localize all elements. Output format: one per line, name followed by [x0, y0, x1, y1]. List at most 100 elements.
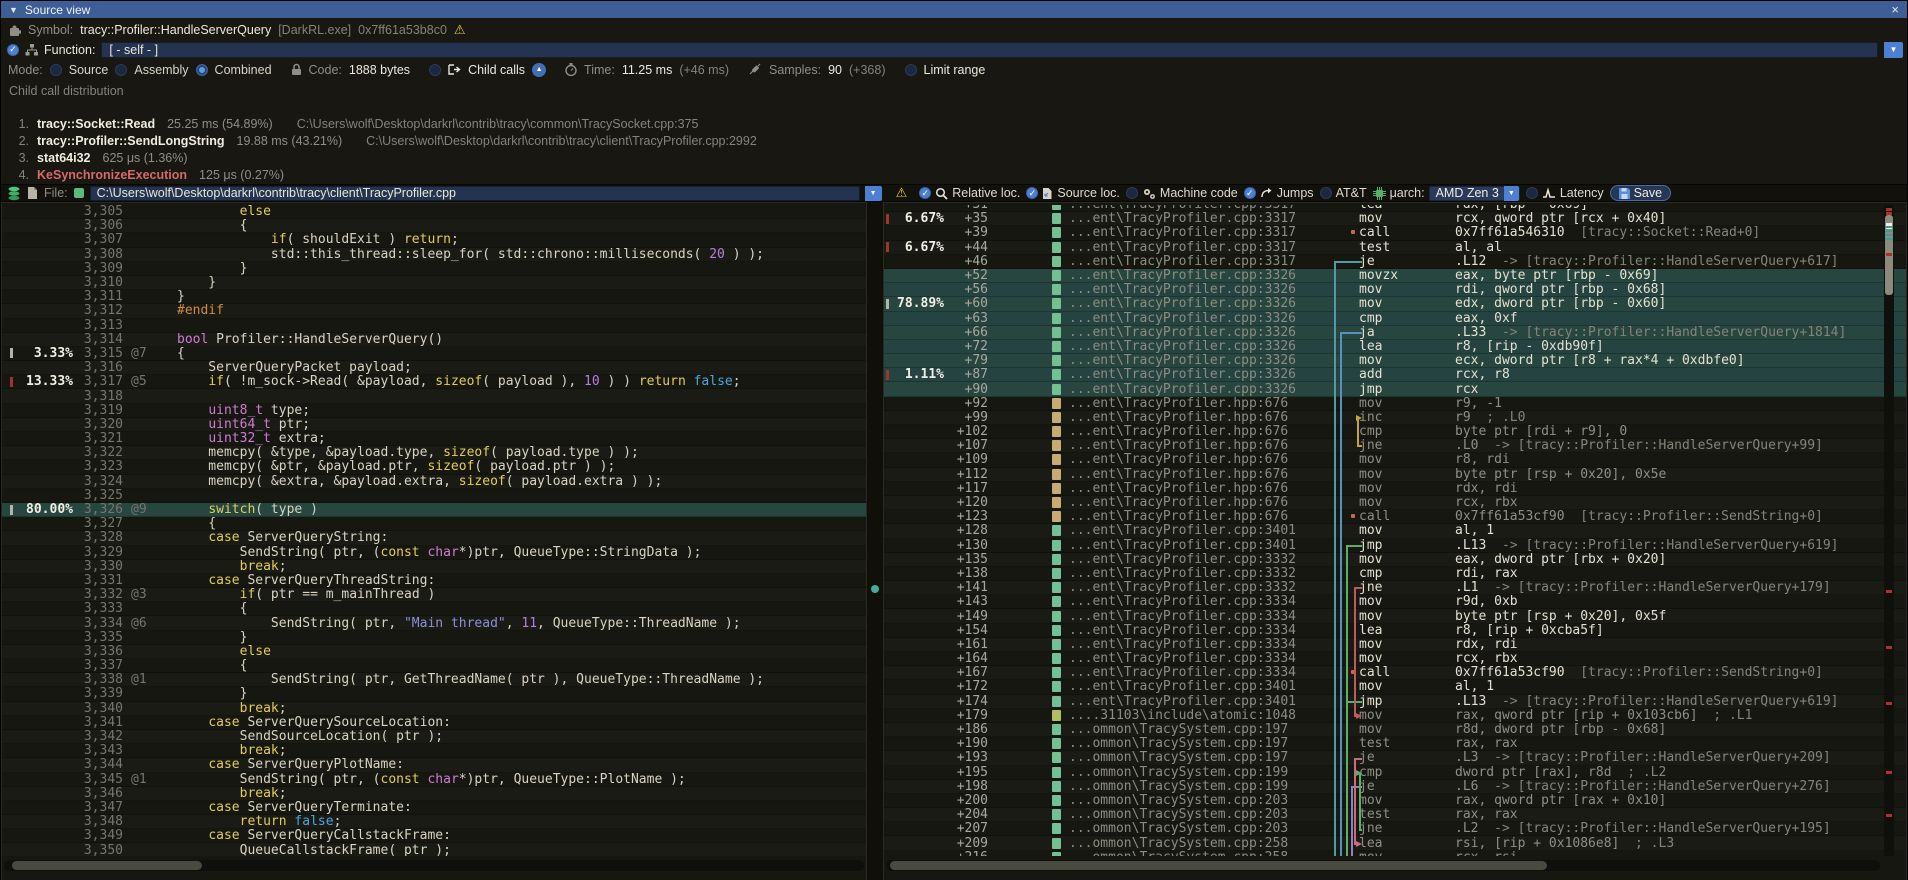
- source-loc-toggle[interactable]: ✓ Source loc.: [1026, 186, 1120, 200]
- source-line[interactable]: 3,311}: [2, 290, 866, 304]
- asm-row[interactable]: +195...ommon\TracySystem.cpp:199cmpdword…: [884, 766, 1906, 780]
- file-path-select[interactable]: C:\Users\wolf\Desktop\darkrl\contrib\tra…: [90, 186, 860, 201]
- source-line[interactable]: 3,346 break;: [2, 787, 866, 801]
- att-checkbox[interactable]: [1320, 187, 1332, 199]
- source-line[interactable]: 3,323 memcpy( &ptr, &payload.ptr, sizeof…: [2, 460, 866, 474]
- att-toggle[interactable]: AT&T: [1320, 186, 1367, 200]
- relative-loc-toggle[interactable]: ✓ Relative loc.: [919, 186, 1020, 200]
- asm-row[interactable]: 78.89%+60...ent\TracyProfiler.cpp:3326mo…: [884, 297, 1906, 311]
- asm-row[interactable]: +72...ent\TracyProfiler.cpp:3326lear8, […: [884, 340, 1906, 354]
- assembly-hscrollbar[interactable]: [886, 860, 1880, 871]
- asm-row[interactable]: +46...ent\TracyProfiler.cpp:3317je.L12 -…: [884, 255, 1906, 269]
- asm-row[interactable]: +102...ent\TracyProfiler.hpp:676cmpbyte …: [884, 425, 1906, 439]
- source-line[interactable]: 3,335 }: [2, 631, 866, 645]
- source-line[interactable]: 3,336 else: [2, 645, 866, 659]
- source-line[interactable]: 3,313: [2, 319, 866, 333]
- asm-row[interactable]: +186...ommon\TracySystem.cpp:197movr8d, …: [884, 723, 1906, 737]
- jumps-checkbox[interactable]: ✓: [1244, 187, 1256, 199]
- relative-loc-checkbox[interactable]: ✓: [919, 187, 931, 199]
- asm-row[interactable]: +138...ent\TracyProfiler.cpp:3332cmprdi,…: [884, 567, 1906, 581]
- asm-row[interactable]: +90...ent\TracyProfiler.cpp:3326jmprcx: [884, 382, 1906, 396]
- source-line[interactable]: 3,322 memcpy( &type, &payload.type, size…: [2, 446, 866, 460]
- asm-row[interactable]: +141...ent\TracyProfiler.cpp:3332jne.L1 …: [884, 581, 1906, 595]
- source-line[interactable]: 3,307 if( shouldExit ) return;: [2, 233, 866, 247]
- source-line[interactable]: 3,337 {: [2, 659, 866, 673]
- asm-row[interactable]: +154...ent\TracyProfiler.cpp:3334lear8, …: [884, 624, 1906, 638]
- source-line[interactable]: 3,309 }: [2, 262, 866, 276]
- source-line[interactable]: 3,332@3 if( ptr == m_mainThread ): [2, 588, 866, 602]
- child-call-row[interactable]: 1.tracy::Socket::Read25.25 ms (54.89%)C:…: [1, 116, 698, 131]
- machine-code-toggle[interactable]: Machine code: [1126, 186, 1238, 200]
- asm-row[interactable]: 6.67%+35...ent\TracyProfiler.cpp:3317mov…: [884, 212, 1906, 226]
- source-line[interactable]: 3,308 std::this_thread::sleep_for( std::…: [2, 248, 866, 262]
- asm-row[interactable]: +79...ent\TracyProfiler.cpp:3326movecx, …: [884, 354, 1906, 368]
- asm-row[interactable]: +190...ommon\TracySystem.cpp:197testrax,…: [884, 737, 1906, 751]
- latency-checkbox[interactable]: [1526, 187, 1538, 199]
- source-line[interactable]: 3,339 }: [2, 687, 866, 701]
- source-line[interactable]: 3,321 uint32_t extra;: [2, 432, 866, 446]
- source-line[interactable]: 13.33%3,317@5 if( !m_sock->Read( &payloa…: [2, 375, 866, 389]
- source-hscrollbar[interactable]: [4, 860, 864, 871]
- child-call-row[interactable]: 4.KeSynchronizeExecution125 μs (0.27%): [1, 167, 284, 182]
- function-dropdown-icon[interactable]: ▼: [1884, 42, 1903, 58]
- function-select[interactable]: [ - self - ]: [101, 42, 1878, 58]
- child-call-row[interactable]: 2.tracy::Profiler::SendLongString19.88 m…: [1, 133, 757, 148]
- asm-row[interactable]: +216...ommon\TracySystem.cpp:258movrcx, …: [884, 851, 1906, 856]
- window-title-bar[interactable]: ▼ Source view ×: [1, 1, 1907, 18]
- child-calls-up-button[interactable]: ▲: [532, 63, 546, 77]
- asm-row[interactable]: +120...ent\TracyProfiler.hpp:676movrcx, …: [884, 496, 1906, 510]
- mode-radio-source[interactable]: [50, 64, 62, 76]
- latency-toggle[interactable]: Latency: [1526, 186, 1604, 200]
- asm-row[interactable]: +209...ommon\TracySystem.cpp:258learsi, …: [884, 836, 1906, 850]
- child-calls-checkbox[interactable]: [429, 64, 441, 76]
- uarch-select[interactable]: AMD Zen 3 ▼: [1429, 186, 1520, 201]
- asm-row[interactable]: +112...ent\TracyProfiler.hpp:676movbyte …: [884, 468, 1906, 482]
- source-line[interactable]: 3,320 uint64_t ptr;: [2, 418, 866, 432]
- asm-row[interactable]: +123...ent\TracyProfiler.hpp:676call0x7f…: [884, 510, 1906, 524]
- mode-radio-assembly[interactable]: [115, 64, 127, 76]
- source-line[interactable]: 3,347 case ServerQueryTerminate:: [2, 801, 866, 815]
- pane-splitter[interactable]: [867, 202, 883, 880]
- asm-row[interactable]: +130...ent\TracyProfiler.cpp:3401jmp.L13…: [884, 539, 1906, 553]
- source-line[interactable]: 3,340 break;: [2, 702, 866, 716]
- source-line[interactable]: 3,338@1 SendString( ptr, GetThreadName( …: [2, 673, 866, 687]
- file-dropdown-icon[interactable]: ▼: [865, 186, 882, 201]
- asm-row[interactable]: +99...ent\TracyProfiler.hpp:676incr9 ; .…: [884, 411, 1906, 425]
- source-line[interactable]: 3,348 return false;: [2, 815, 866, 829]
- splitter-grip-icon[interactable]: [871, 585, 879, 593]
- source-line[interactable]: 3,318: [2, 389, 866, 403]
- source-line[interactable]: 3,343 break;: [2, 744, 866, 758]
- source-hscroll-thumb[interactable]: [12, 861, 202, 870]
- collapse-icon[interactable]: ▼: [9, 5, 18, 15]
- source-line[interactable]: 3,306 {: [2, 219, 866, 233]
- asm-row[interactable]: +56...ent\TracyProfiler.cpp:3326movrdi, …: [884, 283, 1906, 297]
- assembly-hscroll-thumb[interactable]: [890, 861, 1547, 870]
- asm-row[interactable]: +109...ent\TracyProfiler.hpp:676movr8, r…: [884, 453, 1906, 467]
- source-line[interactable]: 3,330 break;: [2, 560, 866, 574]
- source-line[interactable]: 3,331 case ServerQueryThreadString:: [2, 574, 866, 588]
- asm-row[interactable]: +167...ent\TracyProfiler.cpp:3334call0x7…: [884, 666, 1906, 680]
- jumps-toggle[interactable]: ✓ Jumps: [1244, 186, 1314, 200]
- source-line[interactable]: 3,334@6 SendString( ptr, "Main thread", …: [2, 616, 866, 630]
- asm-row[interactable]: +172...ent\TracyProfiler.cpp:3401moval, …: [884, 680, 1906, 694]
- source-line[interactable]: 3,325: [2, 489, 866, 503]
- source-line[interactable]: 3,350 QueueCallstackFrame( ptr );: [2, 843, 866, 856]
- source-line[interactable]: 3,324 memcpy( &extra, &payload.extra, si…: [2, 475, 866, 489]
- asm-row[interactable]: +66...ent\TracyProfiler.cpp:3326ja.L33 -…: [884, 326, 1906, 340]
- source-line[interactable]: 80.00%3,326@9 switch( type ): [2, 503, 866, 517]
- asm-row[interactable]: 1.11%+87...ent\TracyProfiler.cpp:3326add…: [884, 368, 1906, 382]
- uarch-dropdown-icon[interactable]: ▼: [1504, 186, 1519, 201]
- asm-row[interactable]: 6.67%+44...ent\TracyProfiler.cpp:3317tes…: [884, 241, 1906, 255]
- asm-row[interactable]: +204...ommon\TracySystem.cpp:203testrax,…: [884, 808, 1906, 822]
- source-line[interactable]: 3,310 }: [2, 276, 866, 290]
- asm-row[interactable]: +135...ent\TracyProfiler.cpp:3332moveax,…: [884, 553, 1906, 567]
- asm-row[interactable]: +128...ent\TracyProfiler.cpp:3401moval, …: [884, 524, 1906, 538]
- asm-row[interactable]: +164...ent\TracyProfiler.cpp:3334movrcx,…: [884, 652, 1906, 666]
- machine-code-checkbox[interactable]: [1126, 187, 1138, 199]
- asm-row[interactable]: +207...ommon\TracySystem.cpp:203jne.L2 -…: [884, 822, 1906, 836]
- source-line[interactable]: 3,327 {: [2, 517, 866, 531]
- asm-row[interactable]: +92...ent\TracyProfiler.hpp:676movr9, -1: [884, 397, 1906, 411]
- asm-row[interactable]: +107...ent\TracyProfiler.hpp:676jne.L0 -…: [884, 439, 1906, 453]
- asm-row[interactable]: +39...ent\TracyProfiler.cpp:3317call0x7f…: [884, 226, 1906, 240]
- limit-range-checkbox[interactable]: [905, 64, 917, 76]
